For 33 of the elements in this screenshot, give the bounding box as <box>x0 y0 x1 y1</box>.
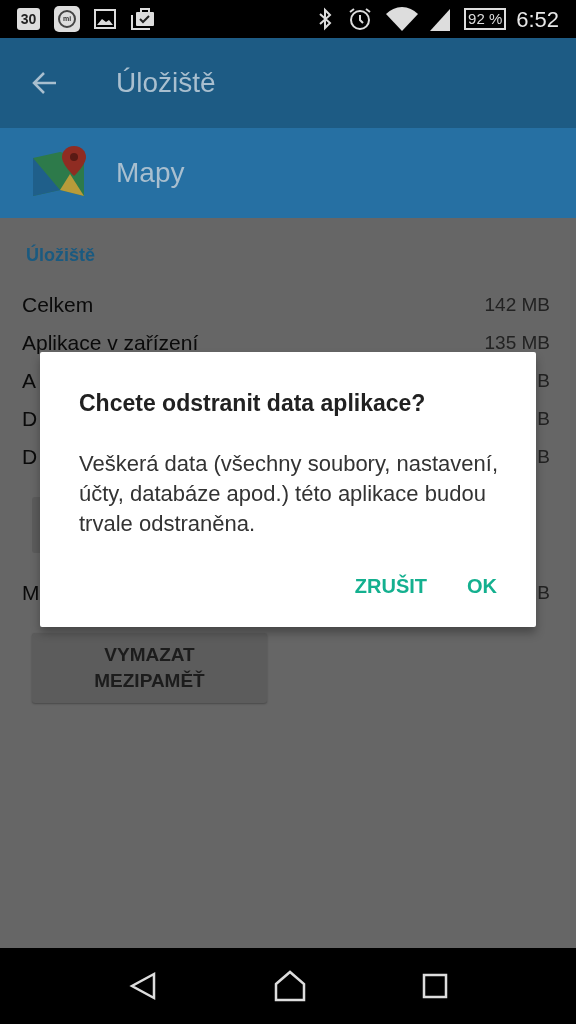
dialog-button[interactable]: ZRUŠIT <box>354 570 427 601</box>
storage-label: A <box>22 369 36 393</box>
storage-value: B <box>537 446 550 468</box>
storage-label: Celkem <box>22 293 94 317</box>
home-icon[interactable] <box>273 970 307 1002</box>
storage-value: 142 MB <box>484 294 550 316</box>
section-title: Úložiště <box>25 243 96 267</box>
storage-value: B <box>537 408 550 430</box>
dialog-message: Veškerá data (všechny soubory, nastavení, účty, databáze apod.) této aplikace budou trvale odstraněna. <box>79 449 499 538</box>
storage-label: D <box>22 407 38 431</box>
toolbar-title: Úložiště <box>116 66 216 100</box>
clear-cache-button[interactable]: VYMAZAT MEZIPAMĚŤ <box>32 633 267 703</box>
wifi-icon <box>386 7 419 31</box>
storage-label: D <box>22 445 38 469</box>
storage-label: M <box>22 581 40 605</box>
signal-icon <box>428 7 453 31</box>
image-icon <box>94 9 116 29</box>
storage-value: B <box>537 370 550 392</box>
briefcase-check-icon <box>130 7 156 31</box>
battery-indicator: 92 % <box>464 8 507 30</box>
alarm-icon <box>348 7 373 31</box>
clock-time: 6:52 <box>516 5 559 34</box>
dialog-button[interactable]: OK <box>467 570 497 601</box>
storage-value: 135 MB <box>484 332 550 354</box>
bluetooth-icon <box>318 7 333 31</box>
back-arrow-icon[interactable] <box>32 71 58 95</box>
app-name: Mapy <box>116 156 185 190</box>
storage-label: Aplikace v zařízení <box>22 331 199 355</box>
storage-value: B <box>537 582 550 604</box>
calendar-icon: 30 <box>17 8 40 30</box>
back-icon[interactable] <box>127 971 158 1001</box>
recents-icon[interactable] <box>422 973 449 999</box>
dialog-title: Chcete odstranit data aplikace? <box>79 389 427 418</box>
